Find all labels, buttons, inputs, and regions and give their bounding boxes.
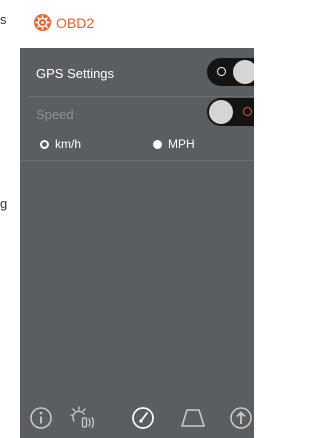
tab-upload[interactable] [226,404,254,432]
unit-label-kmh: km/h [55,137,82,151]
tab-road[interactable] [178,404,208,432]
tab-light-sensor[interactable] [68,404,98,432]
gps-settings-toggle[interactable] [207,58,254,86]
unit-radio-kmh[interactable]: km/h [40,136,81,152]
divider [28,96,254,97]
unit-radio-mph[interactable]: MPH [153,136,195,152]
app-header: OBD2 [20,0,254,42]
radio-button-icon [40,139,49,149]
speed-label: Speed [36,107,74,122]
radio-button-selected-icon [153,139,162,149]
toggle-off-mark-icon [217,67,226,76]
light-sensor-icon [70,406,95,429]
toggle-knob [209,100,233,124]
unit-label-mph: MPH [168,137,195,151]
upload-icon [230,407,252,429]
cut-off-text-top: s [0,12,7,27]
cut-off-text-middle: g [0,196,8,211]
gear-icon [34,14,51,31]
toggle-on-mark-icon [243,107,252,116]
toggle-knob [233,60,254,84]
road-icon [181,409,205,427]
gps-settings-label: GPS Settings [36,66,115,81]
speed-toggle[interactable] [207,98,254,126]
app-screen: OBD2 GPS Settings Speed km/h MPH [20,0,254,438]
gauge-icon [132,407,154,429]
info-icon [30,407,52,429]
tab-gauge[interactable] [128,404,158,432]
app-title: OBD2 [56,15,95,31]
bottom-tab-bar [20,398,254,438]
divider [20,160,254,161]
tab-info[interactable] [26,404,56,432]
settings-panel: GPS Settings Speed km/h MPH [20,48,254,398]
